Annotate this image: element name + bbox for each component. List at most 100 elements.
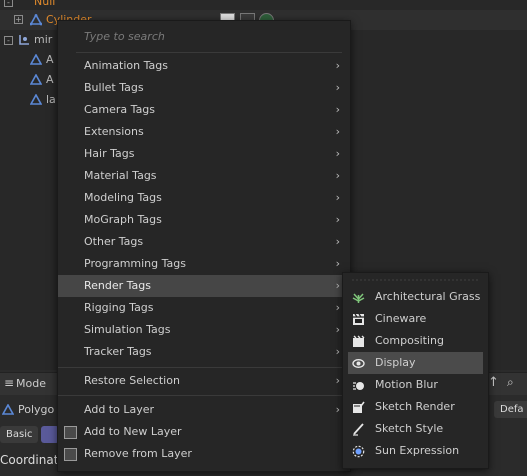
menu-item-label: Extensions bbox=[84, 125, 144, 138]
chevron-right-icon: › bbox=[335, 81, 340, 94]
display-icon bbox=[352, 359, 365, 368]
menu-item-simulation-tags[interactable]: Simulation Tags › bbox=[58, 319, 350, 341]
section-title: Coordinate bbox=[0, 453, 66, 467]
mode-menu[interactable]: Mode bbox=[16, 377, 46, 390]
tab-basic[interactable]: Basic bbox=[0, 426, 39, 443]
collapse-icon[interactable]: - bbox=[4, 0, 13, 7]
menu-item-label: Animation Tags bbox=[84, 59, 168, 72]
menu-item-label: Other Tags bbox=[84, 235, 144, 248]
menu-item-bullet-tags[interactable]: Bullet Tags › bbox=[58, 77, 350, 99]
collapse-icon[interactable]: - bbox=[4, 36, 13, 45]
submenu-item-label: Sun Expression bbox=[375, 444, 460, 457]
chevron-right-icon: › bbox=[335, 169, 340, 182]
submenu-item-sketch-render[interactable]: Sketch Render bbox=[343, 396, 488, 418]
menu-item-programming-tags[interactable]: Programming Tags › bbox=[58, 253, 350, 275]
layer-add-icon bbox=[64, 426, 77, 439]
menu-item-label: MoGraph Tags bbox=[84, 213, 162, 226]
menu-item-material-tags[interactable]: Material Tags › bbox=[58, 165, 350, 187]
polygon-object-icon bbox=[30, 54, 42, 65]
chevron-right-icon: › bbox=[335, 213, 340, 226]
menu-item-add-to-layer[interactable]: Add to Layer › bbox=[58, 399, 350, 421]
polygon-object-icon bbox=[30, 94, 42, 105]
object-type-label: Polygo bbox=[18, 403, 55, 416]
chevron-right-icon: › bbox=[335, 103, 340, 116]
menu-item-tracker-tags[interactable]: Tracker Tags › bbox=[58, 341, 350, 363]
submenu-item-sun-expression[interactable]: Sun Expression bbox=[343, 440, 488, 462]
menu-item-animation-tags[interactable]: Animation Tags › bbox=[58, 55, 350, 77]
menu-item-label: Remove from Layer bbox=[84, 447, 192, 460]
menu-item-hair-tags[interactable]: Hair Tags › bbox=[58, 143, 350, 165]
sun-expression-icon bbox=[352, 445, 365, 458]
submenu-item-sketch-style[interactable]: Sketch Style bbox=[343, 418, 488, 440]
menu-item-label: Modeling Tags bbox=[84, 191, 162, 204]
tree-label: A bbox=[46, 53, 54, 66]
chevron-right-icon: › bbox=[335, 59, 340, 72]
menu-item-label: Add to Layer bbox=[84, 403, 155, 416]
submenu-item-label: Display bbox=[375, 356, 416, 369]
polygon-object-icon bbox=[2, 404, 14, 415]
expand-icon[interactable]: + bbox=[14, 15, 23, 24]
menu-item-rigging-tags[interactable]: Rigging Tags › bbox=[58, 297, 350, 319]
chevron-right-icon: › bbox=[335, 374, 340, 387]
menu-item-label: Tracker Tags bbox=[84, 345, 152, 358]
menu-item-extensions[interactable]: Extensions › bbox=[58, 121, 350, 143]
default-dropdown[interactable]: Defa bbox=[494, 401, 527, 418]
polygon-object-icon bbox=[30, 74, 42, 85]
submenu-item-display[interactable]: Display bbox=[343, 352, 488, 374]
menu-icon[interactable]: ≡ bbox=[4, 376, 14, 390]
chevron-right-icon: › bbox=[335, 403, 340, 416]
tree-label: A bbox=[46, 73, 54, 86]
menu-item-label: Programming Tags bbox=[84, 257, 186, 270]
grass-icon bbox=[352, 293, 365, 303]
menu-item-label: Simulation Tags bbox=[84, 323, 171, 336]
chevron-right-icon: › bbox=[335, 345, 340, 358]
submenu-item-label: Compositing bbox=[375, 334, 444, 347]
menu-item-modeling-tags[interactable]: Modeling Tags › bbox=[58, 187, 350, 209]
search-divider bbox=[76, 52, 342, 53]
chevron-right-icon: › bbox=[335, 191, 340, 204]
menu-item-label: Material Tags bbox=[84, 169, 157, 182]
submenu-item-motion-blur[interactable]: Motion Blur bbox=[343, 374, 488, 396]
menu-item-camera-tags[interactable]: Camera Tags › bbox=[58, 99, 350, 121]
search-icon[interactable]: ⌕ bbox=[507, 375, 514, 390]
submenu-item-architectural-grass[interactable]: Architectural Grass bbox=[343, 286, 488, 308]
chevron-right-icon: › bbox=[335, 125, 340, 138]
render-tags-submenu: Architectural Grass Cineware Compositing… bbox=[342, 272, 489, 469]
context-menu: Type to search Animation Tags › Bullet Ta… bbox=[57, 20, 351, 472]
compositing-icon bbox=[353, 335, 365, 347]
menu-item-label: Render Tags bbox=[84, 279, 152, 292]
submenu-item-label: Motion Blur bbox=[375, 378, 438, 391]
menu-item-label: Rigging Tags bbox=[84, 301, 154, 314]
submenu-item-label: Sketch Style bbox=[375, 422, 444, 435]
menu-item-label: Hair Tags bbox=[84, 147, 135, 160]
menu-item-render-tags[interactable]: Render Tags › bbox=[58, 275, 350, 297]
chevron-right-icon: › bbox=[335, 147, 340, 160]
polygon-object-icon bbox=[30, 14, 42, 26]
submenu-item-label: Architectural Grass bbox=[375, 290, 481, 303]
chevron-right-icon: › bbox=[335, 301, 340, 314]
menu-item-label: Restore Selection bbox=[84, 374, 180, 387]
chevron-right-icon: › bbox=[335, 279, 340, 292]
search-input[interactable]: Type to search bbox=[84, 30, 165, 43]
up-arrow-icon[interactable]: ↑ bbox=[488, 375, 499, 390]
tree-label: mir bbox=[34, 33, 53, 46]
chevron-right-icon: › bbox=[335, 257, 340, 270]
submenu-item-label: Sketch Render bbox=[375, 400, 455, 413]
cineware-icon bbox=[353, 313, 364, 325]
menu-item-label: Camera Tags bbox=[84, 103, 156, 116]
layer-remove-icon bbox=[64, 448, 77, 461]
menu-item-remove-from-layer[interactable]: Remove from Layer bbox=[58, 443, 350, 465]
menu-item-add-to-new-layer[interactable]: Add to New Layer bbox=[58, 421, 350, 443]
submenu-item-cineware[interactable]: Cineware bbox=[343, 308, 488, 330]
tree-label: la bbox=[46, 93, 56, 106]
motion-blur-icon bbox=[353, 382, 364, 390]
submenu-tearoff-handle[interactable] bbox=[351, 279, 480, 281]
menu-item-label: Bullet Tags bbox=[84, 81, 144, 94]
menu-item-mograph-tags[interactable]: MoGraph Tags › bbox=[58, 209, 350, 231]
chevron-right-icon: › bbox=[335, 323, 340, 336]
menu-item-other-tags[interactable]: Other Tags › bbox=[58, 231, 350, 253]
menu-item-restore-selection[interactable]: Restore Selection › bbox=[58, 370, 350, 392]
submenu-item-compositing[interactable]: Compositing bbox=[343, 330, 488, 352]
menu-separator bbox=[58, 395, 350, 396]
sketch-render-icon bbox=[353, 401, 365, 413]
